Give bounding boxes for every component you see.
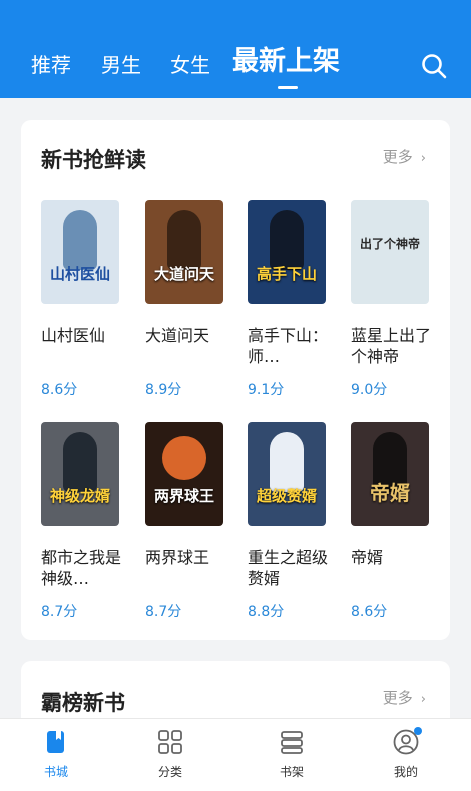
book-title[interactable]: 两界球王 bbox=[145, 547, 237, 568]
book-score: 9.0分 bbox=[351, 382, 388, 398]
cover-figure bbox=[63, 432, 97, 492]
book-title[interactable]: 帝婿 bbox=[351, 547, 443, 568]
cover-title: 两界球王 bbox=[153, 487, 214, 505]
book-title[interactable]: 重生之超级赘婿 bbox=[248, 547, 340, 589]
nav-bookstore[interactable]: 书城 bbox=[16, 719, 96, 791]
book-score: 8.7分 bbox=[41, 604, 78, 620]
nav-label: 书架 bbox=[279, 765, 304, 779]
cover-title: 超级赘婿 bbox=[256, 487, 317, 505]
book-score: 9.1分 bbox=[248, 382, 285, 398]
search-icon[interactable] bbox=[420, 52, 448, 80]
cover-figure bbox=[167, 210, 201, 270]
top-header: 推荐 男生 女生 最新上架 bbox=[0, 0, 471, 98]
tab-female[interactable]: 女生 bbox=[170, 45, 210, 85]
book-cover[interactable]: 超级赘婿 bbox=[248, 422, 326, 526]
cover-title: 帝婿 bbox=[370, 481, 410, 505]
book-title[interactable]: 蓝星上出了个神帝 bbox=[351, 325, 443, 367]
bookstore-icon bbox=[43, 729, 69, 755]
book-cover[interactable]: 山村医仙 bbox=[41, 200, 119, 304]
book-title[interactable]: 大道问天 bbox=[145, 325, 237, 346]
more-label: 更多 bbox=[382, 689, 413, 707]
cover-title: 神级龙婿 bbox=[49, 487, 110, 505]
tab-new-arrivals[interactable]: 最新上架 bbox=[232, 42, 340, 82]
notification-dot bbox=[414, 727, 422, 735]
cover-title: 山村医仙 bbox=[49, 265, 110, 283]
section-title: 霸榜新书 bbox=[41, 691, 125, 715]
book-cover[interactable]: 帝婿 bbox=[351, 422, 429, 526]
more-link[interactable]: 更多 › bbox=[383, 146, 426, 167]
book-score: 8.6分 bbox=[41, 382, 78, 398]
nav-label: 分类 bbox=[157, 765, 182, 779]
cover-title: 高手下山 bbox=[256, 265, 317, 283]
book-title[interactable]: 都市之我是神级… bbox=[41, 547, 133, 589]
book-cover[interactable]: 神级龙婿 bbox=[41, 422, 119, 526]
book-title[interactable]: 高手下山：师… bbox=[248, 325, 340, 367]
nav-bookshelf[interactable]: 书架 bbox=[252, 719, 332, 791]
nav-profile[interactable]: 我的 bbox=[366, 719, 446, 791]
book-score: 8.6分 bbox=[351, 604, 388, 620]
book-cover[interactable]: 两界球王 bbox=[145, 422, 223, 526]
book-score: 8.7分 bbox=[145, 604, 182, 620]
tab-male[interactable]: 男生 bbox=[101, 45, 141, 85]
chevron-right-icon: › bbox=[420, 692, 426, 707]
book-score: 8.9分 bbox=[145, 382, 182, 398]
book-cover[interactable]: 高手下山 bbox=[248, 200, 326, 304]
cover-title: 大道问天 bbox=[153, 265, 214, 283]
cover-figure bbox=[63, 210, 97, 270]
category-grid-icon bbox=[157, 729, 183, 755]
section-title: 新书抢鲜读 bbox=[41, 148, 146, 172]
book-score: 8.8分 bbox=[248, 604, 285, 620]
cover-title: 出了个神帝 bbox=[359, 237, 420, 251]
tab-recommend[interactable]: 推荐 bbox=[31, 45, 71, 85]
book-cover[interactable]: 出了个神帝 bbox=[351, 200, 429, 304]
book-cover[interactable]: 大道问天 bbox=[145, 200, 223, 304]
bottom-navigation: 书城 分类 书架 我的 bbox=[0, 718, 471, 791]
top-tab-bar: 推荐 男生 女生 最新上架 bbox=[0, 42, 471, 92]
active-tab-indicator bbox=[278, 86, 298, 89]
new-books-section: 新书抢鲜读 更多 › 山村医仙 山村医仙 8.6分 大道问天 大道问天 8.9分 … bbox=[21, 120, 450, 640]
chevron-right-icon: › bbox=[420, 151, 426, 166]
cover-figure bbox=[270, 432, 304, 492]
more-link[interactable]: 更多 › bbox=[383, 687, 426, 708]
nav-label: 我的 bbox=[393, 765, 418, 779]
nav-category[interactable]: 分类 bbox=[130, 719, 210, 791]
book-title[interactable]: 山村医仙 bbox=[41, 325, 133, 346]
football-graphic bbox=[162, 436, 206, 480]
more-label: 更多 bbox=[382, 148, 413, 166]
nav-label: 书城 bbox=[43, 765, 68, 779]
bookshelf-icon bbox=[279, 729, 305, 755]
cover-figure bbox=[270, 210, 304, 270]
